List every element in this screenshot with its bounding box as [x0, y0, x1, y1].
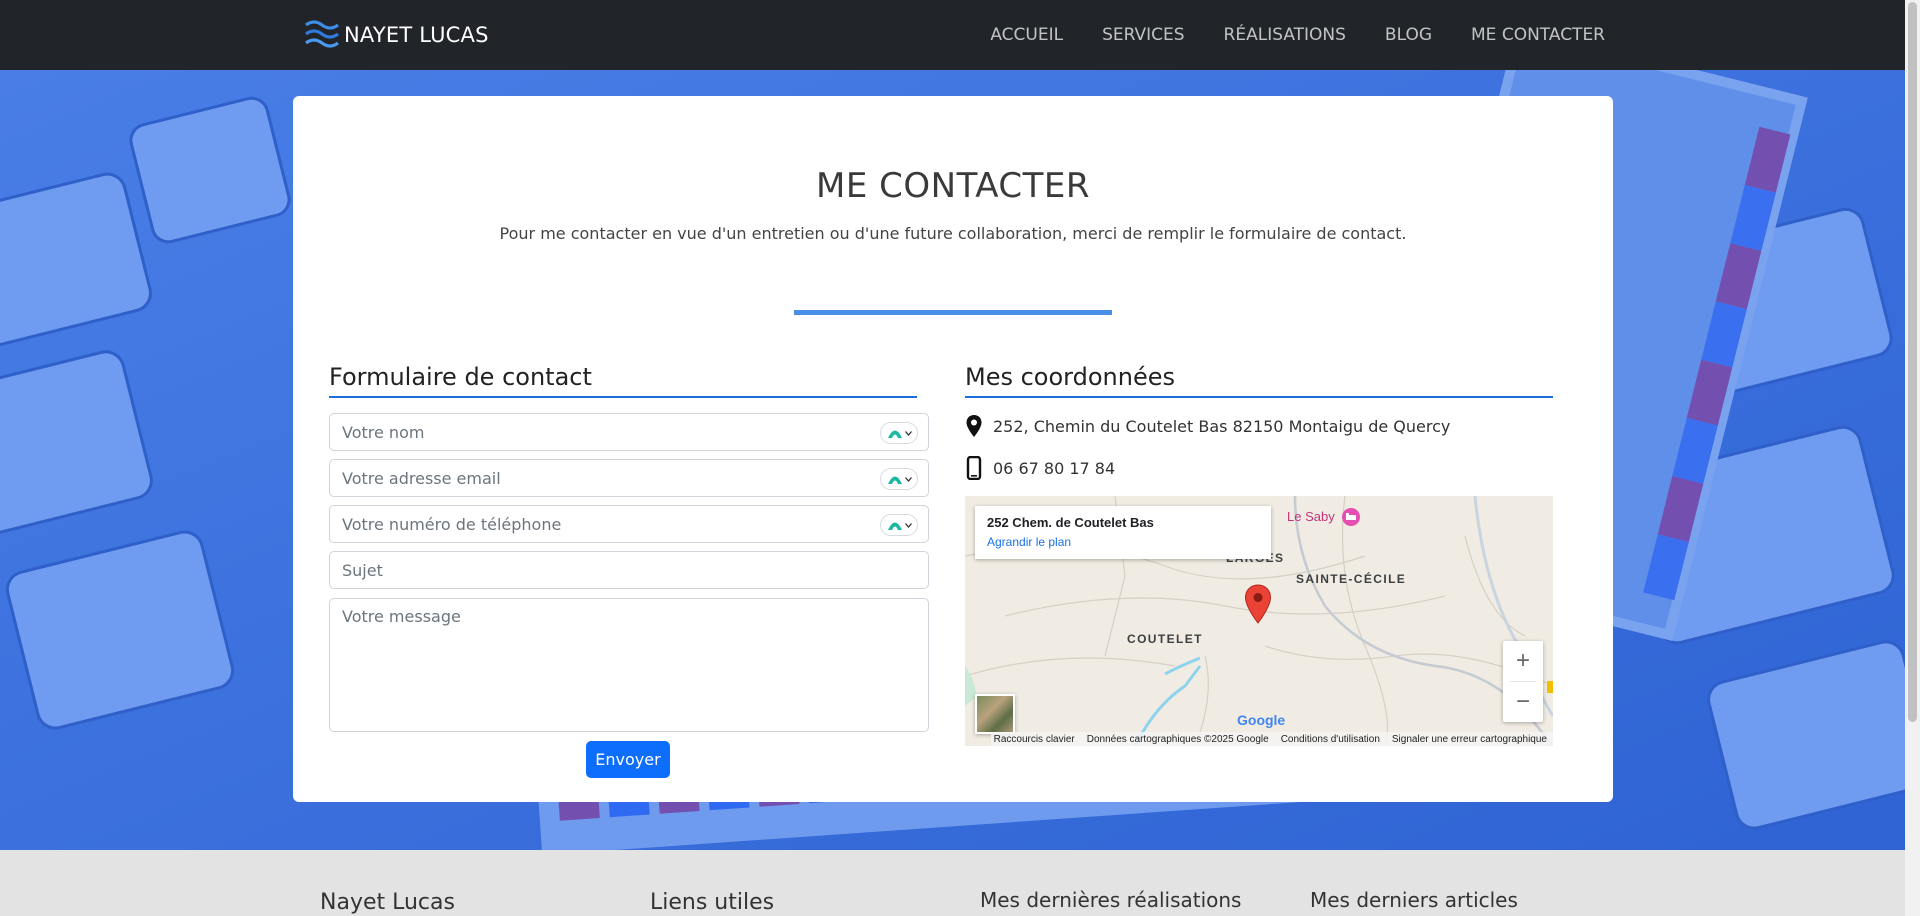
map-attribution-bar: Raccourcis clavier Données cartographiqu… [991, 732, 1553, 746]
chevron-down-icon [904, 430, 912, 436]
page-subtitle: Pour me contacter en vue d'un entretien … [499, 224, 1407, 243]
footer-heading-projects: Mes dernières réalisations [980, 888, 1242, 912]
email-field[interactable]: Votre adresse email [329, 459, 929, 497]
satellite-view-toggle[interactable] [975, 694, 1015, 734]
autofill-extension-button[interactable] [880, 422, 918, 444]
zoom-out-button[interactable]: − [1503, 682, 1543, 722]
report-error-link[interactable]: Signaler une erreur cartographique [1392, 734, 1547, 745]
map-place-title: 252 Chem. de Coutelet Bas [987, 515, 1154, 530]
site-footer: Nayet Lucas Liens utiles Mes dernières r… [0, 850, 1905, 916]
name-field[interactable]: Votre nom [329, 413, 929, 451]
brand-logo[interactable]: NAYET LUCAS [304, 16, 489, 54]
nav-link-accueil[interactable]: ACCUEIL [971, 25, 1083, 45]
scrollbar-thumb[interactable] [1908, 2, 1917, 722]
address-text: 252, Chemin du Coutelet Bas 82150 Montai… [993, 416, 1451, 436]
map-place-card: 252 Chem. de Coutelet Bas Agrandir le pl… [975, 506, 1271, 559]
chevron-down-icon [904, 522, 912, 528]
nav-link-realisations[interactable]: RÉALISATIONS [1204, 25, 1365, 45]
footer-heading-articles: Mes derniers articles [1310, 888, 1518, 912]
map-label-coutelet: COUTELET [1127, 632, 1203, 646]
map-label-sainte-cecile: SAINTE-CÉCILE [1296, 572, 1407, 586]
brand-name[interactable]: NAYET LUCAS [344, 23, 489, 47]
google-logo: Google [1237, 712, 1285, 728]
message-field[interactable]: Votre message [329, 598, 929, 732]
subject-field[interactable]: Sujet [329, 551, 929, 589]
poi-label: Le Saby [1287, 509, 1335, 524]
zoom-in-button[interactable]: + [1503, 641, 1543, 681]
address-row: 252, Chemin du Coutelet Bas 82150 Montai… [965, 414, 1450, 438]
nav-link-blog[interactable]: BLOG [1365, 25, 1451, 45]
waves-logo-icon [305, 20, 339, 48]
autofill-extension-button[interactable] [880, 468, 918, 490]
zoom-controls: + − [1503, 641, 1543, 722]
map-pin-icon[interactable] [1244, 584, 1272, 624]
message-placeholder: Votre message [342, 607, 461, 626]
hotel-icon [1342, 508, 1360, 526]
details-title: Mes coordonnées [965, 363, 1553, 398]
page-title: ME CONTACTER [816, 166, 1090, 206]
phone-text: 06 67 80 17 84 [993, 458, 1116, 478]
footer-heading-about: Nayet Lucas [320, 890, 455, 915]
send-button[interactable]: Envoyer [586, 741, 670, 778]
mobile-phone-icon [966, 456, 982, 480]
map-poi-le-saby[interactable]: Le Saby [1287, 508, 1360, 526]
enlarge-map-link[interactable]: Agrandir le plan [987, 535, 1259, 549]
nav-link-services[interactable]: SERVICES [1083, 25, 1204, 45]
title-divider [794, 310, 1112, 315]
extension-logo-icon [887, 522, 902, 530]
terms-link[interactable]: Conditions d'utilisation [1281, 734, 1380, 745]
name-placeholder: Votre nom [342, 422, 425, 442]
phone-field[interactable]: Votre numéro de téléphone [329, 505, 929, 543]
page-scrollbar[interactable] [1905, 0, 1920, 916]
autofill-extension-button[interactable] [880, 514, 918, 536]
nav-menu: ACCUEIL SERVICES RÉALISATIONS BLOG ME CO… [971, 0, 1605, 70]
subject-placeholder: Sujet [342, 560, 383, 580]
location-pin-icon [966, 415, 982, 437]
google-logo-text: Google [1237, 712, 1286, 728]
nav-link-contact[interactable]: ME CONTACTER [1452, 25, 1605, 45]
map-data-attribution: Données cartographiques ©2025 Google [1086, 733, 1269, 745]
phone-row: 06 67 80 17 84 [965, 456, 1115, 480]
google-map[interactable]: LARGES SAINTE-CÉCILE COUTELET Le Saby 25… [965, 496, 1553, 746]
footer-heading-links: Liens utiles [650, 890, 775, 915]
contact-card: ME CONTACTER Pour me contacter en vue d'… [293, 96, 1613, 802]
phone-placeholder: Votre numéro de téléphone [342, 514, 562, 534]
form-title: Formulaire de contact [329, 363, 917, 398]
chevron-down-icon [904, 476, 912, 482]
extension-logo-icon [887, 430, 902, 438]
email-placeholder: Votre adresse email [342, 468, 501, 488]
keyboard-shortcuts-link[interactable]: Raccourcis clavier [994, 734, 1075, 745]
navbar: NAYET LUCAS ACCUEIL SERVICES RÉALISATION… [0, 0, 1905, 70]
map-road-shield [1547, 681, 1553, 693]
extension-logo-icon [887, 476, 902, 484]
